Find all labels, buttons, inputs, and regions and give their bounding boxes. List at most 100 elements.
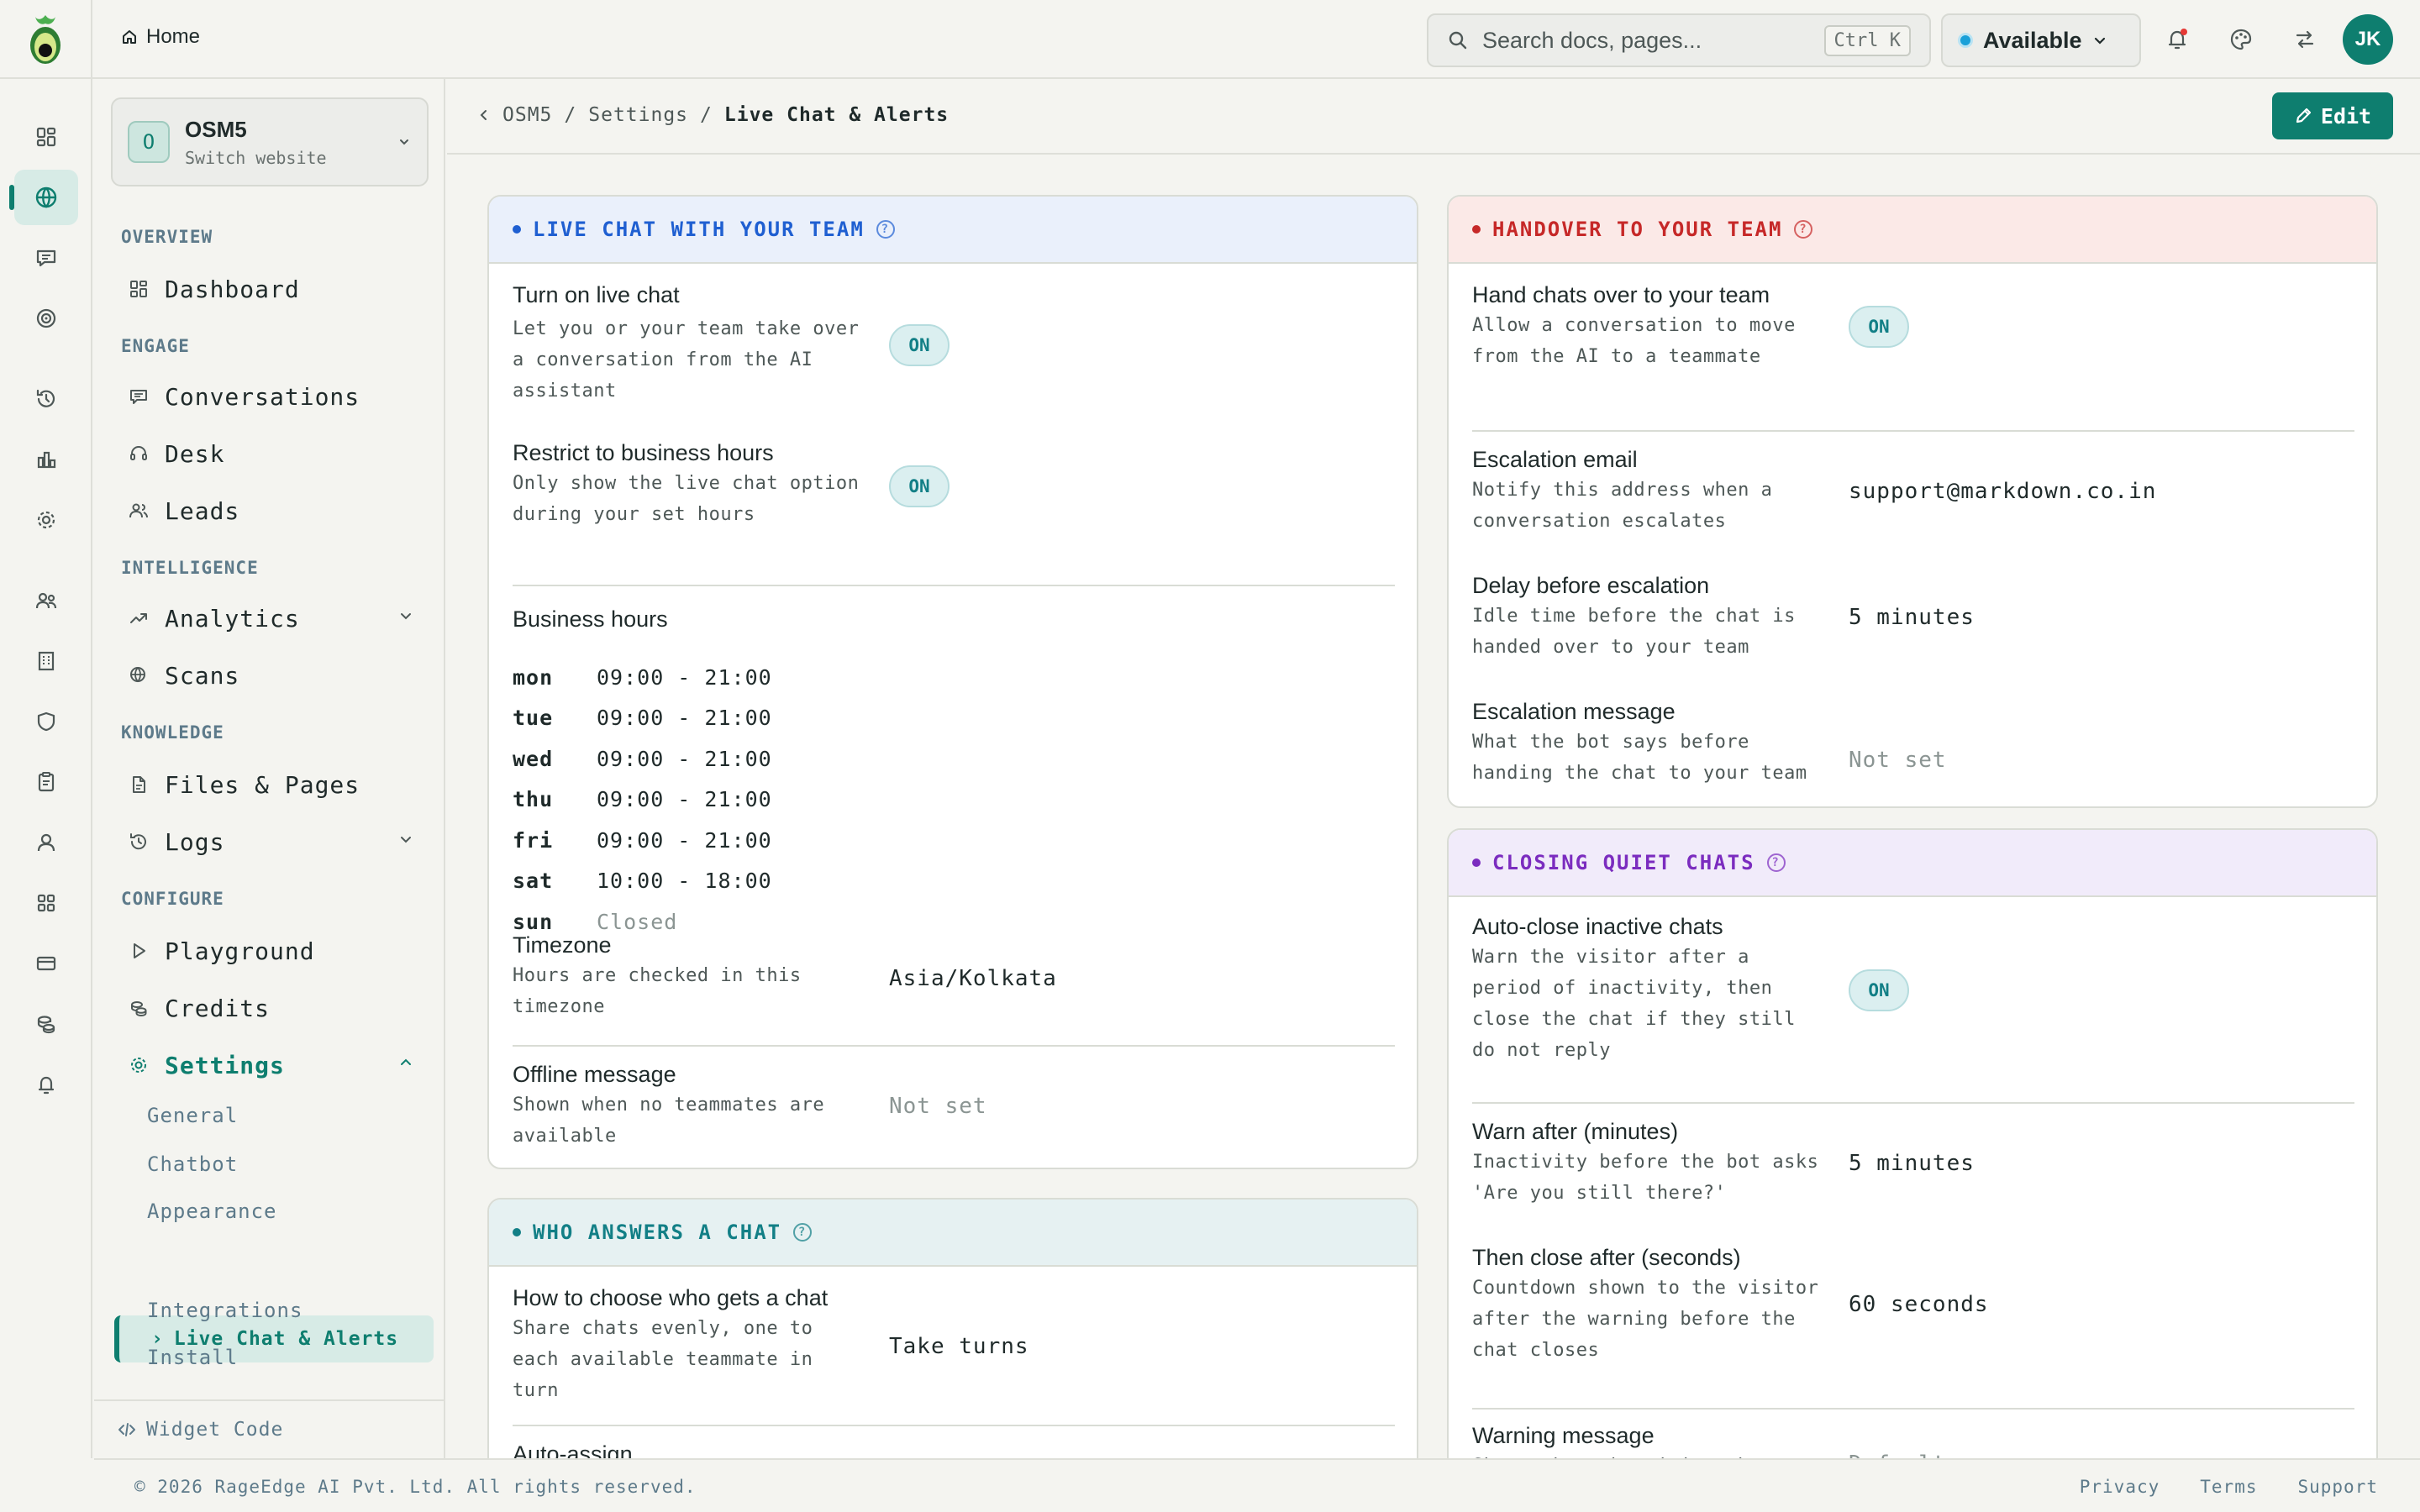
- settings-sub-general[interactable]: General: [147, 1104, 238, 1127]
- business-hours-toggle[interactable]: ON: [889, 465, 950, 507]
- history-icon: [130, 833, 146, 850]
- help-icon[interactable]: ?: [876, 220, 895, 239]
- sidebar-item-logs[interactable]: Logs: [118, 818, 430, 865]
- handover-toggle[interactable]: ON: [1849, 306, 1909, 348]
- sidebar-item-dashboard[interactable]: Dashboard: [118, 265, 430, 312]
- sidebar-item-playground[interactable]: Playground: [118, 927, 430, 974]
- settings-sub-install[interactable]: Install: [147, 1346, 238, 1369]
- rail-team[interactable]: [14, 573, 78, 628]
- assignment-method-value: Take turns: [889, 1334, 1029, 1359]
- closing-chats-card: CLOSING QUIET CHATS ? Auto-close inactiv…: [1447, 828, 2378, 1458]
- who-answers-header: WHO ANSWERS A CHAT ?: [489, 1200, 1417, 1267]
- row-title: Escalation message: [1472, 699, 1676, 724]
- section-engage: ENGAGE: [121, 336, 190, 356]
- rail-organization[interactable]: [14, 633, 78, 689]
- sidebar-item-analytics[interactable]: Analytics: [118, 595, 430, 642]
- widget-code-link[interactable]: Widget Code: [94, 1399, 444, 1458]
- card-icon: [36, 956, 56, 971]
- escalation-email-value: support@markdown.co.in: [1849, 479, 2157, 504]
- handover-toggle-row: Hand chats over to your team Allow a con…: [1472, 282, 1825, 372]
- help-icon[interactable]: ?: [1794, 220, 1813, 239]
- sidebar-item-desk[interactable]: Desk: [118, 430, 430, 477]
- sidebar-item-leads[interactable]: Leads: [118, 487, 430, 534]
- settings-sub-integrations[interactable]: Integrations: [147, 1299, 302, 1322]
- escalation-delay-row: Delay before escalation Idle time before…: [1472, 573, 1825, 663]
- escalation-delay-value: 5 minutes: [1849, 605, 1975, 630]
- breadcrumb-site[interactable]: OSM5: [502, 104, 552, 126]
- notifications-button[interactable]: [2160, 22, 2195, 57]
- sidebar-item-label: Dashboard: [165, 275, 300, 303]
- handover-card: HANDOVER TO YOUR TEAM ? Hand chats over …: [1447, 195, 2378, 808]
- section-knowledge: KNOWLEDGE: [121, 722, 224, 743]
- theme-button[interactable]: [2223, 22, 2259, 57]
- hours-row: wed 09:00 - 21:00: [513, 746, 772, 771]
- offline-message-value: Not set: [889, 1094, 987, 1119]
- escalation-message-value: Not set: [1849, 748, 1947, 773]
- rail-websites[interactable]: [9, 170, 78, 225]
- row-description: Warn the visitor after a period of inact…: [1472, 947, 1796, 1061]
- privacy-link[interactable]: Privacy: [2080, 1477, 2160, 1497]
- settings-sub-chatbot[interactable]: Chatbot: [147, 1152, 238, 1176]
- sidebar-item-files[interactable]: Files & Pages: [118, 761, 430, 808]
- play-icon: [134, 943, 145, 958]
- gear-icon: [131, 1058, 146, 1073]
- row-title: Escalation email: [1472, 447, 1638, 472]
- business-hours-row: Business hours: [513, 606, 668, 633]
- settings-content: LIVE CHAT WITH YOUR TEAM ? Turn on live …: [447, 156, 2420, 1458]
- rail-billing[interactable]: [14, 936, 78, 991]
- row-title: Auto-close inactive chats: [1472, 914, 1723, 939]
- dashboard-icon: [36, 127, 56, 147]
- rail-security[interactable]: [14, 694, 78, 749]
- home-link[interactable]: Home: [121, 25, 200, 49]
- sidebar-item-conversations[interactable]: Conversations: [118, 373, 430, 420]
- chevron-down-icon: [2094, 37, 2105, 45]
- help-icon[interactable]: ?: [793, 1223, 813, 1242]
- status-label: Available: [1983, 27, 2082, 53]
- row-description: Notify this address when a conversation …: [1472, 480, 1773, 532]
- warn-after-value: 5 minutes: [1849, 1151, 1975, 1176]
- chat-icon: [36, 249, 56, 267]
- globe-search-icon: [130, 667, 145, 683]
- restrict-hours-row: Restrict to business hours Only show the…: [513, 440, 865, 530]
- settings-sub-appearance[interactable]: Appearance: [147, 1200, 277, 1223]
- rail-settings[interactable]: [14, 492, 78, 548]
- section-intelligence: INTELLIGENCE: [121, 558, 259, 578]
- site-name: OSM5: [185, 116, 247, 142]
- support-link[interactable]: Support: [2297, 1477, 2378, 1497]
- terms-link[interactable]: Terms: [2200, 1477, 2257, 1497]
- rail-dashboard[interactable]: [14, 109, 78, 165]
- rail-credits[interactable]: [14, 996, 78, 1052]
- website-switcher[interactable]: O OSM5 Switch website: [111, 97, 429, 186]
- header-dot: [513, 1228, 521, 1236]
- search-shortcut: Ctrl K: [1823, 24, 1911, 56]
- live-chat-title: LIVE CHAT WITH YOUR TEAM: [533, 218, 865, 241]
- auto-close-toggle[interactable]: ON: [1849, 969, 1909, 1011]
- rail-chat[interactable]: [14, 230, 78, 286]
- trend-icon: [130, 613, 147, 623]
- rail-analytics[interactable]: [14, 432, 78, 487]
- help-icon[interactable]: ?: [1766, 853, 1786, 872]
- rail-apps[interactable]: [14, 875, 78, 931]
- rail-history[interactable]: [14, 371, 78, 427]
- sidebar-item-label: Scans: [165, 661, 240, 690]
- breadcrumb-current: Live Chat & Alerts: [723, 104, 950, 126]
- rail-target[interactable]: [14, 291, 78, 346]
- live-chat-toggle[interactable]: ON: [889, 324, 950, 366]
- rail-account[interactable]: [14, 815, 78, 870]
- sidebar-item-credits[interactable]: Credits: [118, 984, 430, 1032]
- breadcrumb-settings[interactable]: Settings: [588, 104, 688, 126]
- search-input[interactable]: Search docs, pages...: [1482, 28, 1811, 54]
- chevron-left-icon[interactable]: [477, 108, 491, 122]
- app-logo[interactable]: [0, 0, 92, 79]
- building-icon: [38, 651, 55, 671]
- coins-icon: [131, 1001, 147, 1017]
- user-avatar[interactable]: JK: [2343, 14, 2393, 65]
- switch-button[interactable]: [2287, 22, 2323, 57]
- sidebar-item-scans[interactable]: Scans: [118, 652, 430, 699]
- sidebar-item-settings[interactable]: Settings: [118, 1042, 430, 1089]
- rail-tasks[interactable]: [14, 754, 78, 810]
- rail-alerts[interactable]: [14, 1057, 78, 1112]
- search-box[interactable]: Search docs, pages... Ctrl K: [1427, 13, 1931, 67]
- edit-button[interactable]: Edit: [2272, 92, 2393, 139]
- availability-dropdown[interactable]: Available: [1941, 13, 2141, 67]
